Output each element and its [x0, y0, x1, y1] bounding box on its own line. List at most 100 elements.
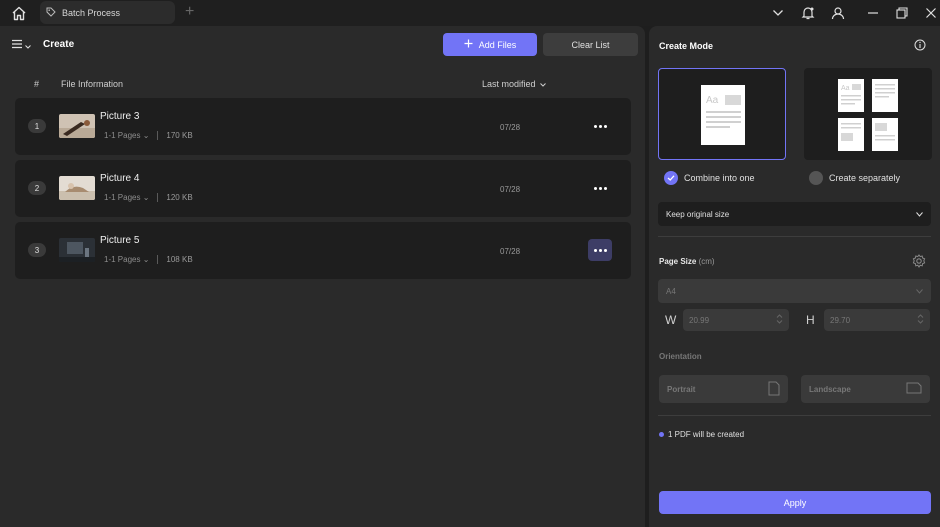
separate-radio[interactable]: Create separately [809, 171, 900, 185]
chevron-down-icon [25, 38, 31, 52]
add-files-button[interactable]: Add Files [443, 33, 537, 56]
file-meta: 1-1 Pages ⌄ 108 KB [104, 255, 193, 264]
page-size-label: Page Size (cm) [659, 257, 715, 266]
width-value: 20.99 [689, 315, 710, 325]
column-header-file-info: File Information [61, 79, 124, 89]
separate-label: Create separately [829, 173, 901, 183]
plus-icon [464, 39, 473, 50]
last-modified-label: Last modified [482, 79, 536, 89]
file-list-panel: Create Add Files Clear List # File Infor… [0, 26, 645, 527]
menu-button[interactable] [12, 38, 31, 52]
separator [157, 255, 159, 264]
page-range-dropdown[interactable]: 1-1 Pages ⌄ [104, 255, 149, 264]
combine-mode-card[interactable]: Aa [658, 68, 786, 160]
chevron-down-icon[interactable] [769, 4, 787, 22]
stepper-icon[interactable] [917, 314, 924, 326]
title-bar: Batch Process + [0, 0, 940, 26]
file-thumbnail [59, 114, 95, 138]
radio-off-icon [809, 171, 823, 185]
chevron-down-icon [916, 210, 923, 219]
landscape-button[interactable]: Landscape [801, 375, 930, 403]
landscape-label: Landscape [809, 384, 851, 394]
file-size: 108 KB [166, 255, 193, 264]
create-mode-title: Create Mode [659, 41, 714, 51]
pdf-count-note: 1 PDF will be created [659, 430, 744, 439]
column-header-number: # [34, 79, 40, 89]
file-row[interactable]: 1 Picture 3 1-1 Pages ⌄ 170 KB 07/28 [15, 98, 631, 155]
separator [157, 131, 159, 140]
bullet-icon [659, 432, 664, 437]
more-options-button[interactable] [588, 177, 612, 199]
portrait-button[interactable]: Portrait [659, 375, 788, 403]
combine-label: Combine into one [684, 173, 755, 183]
bell-icon[interactable] [799, 4, 817, 22]
file-date: 07/28 [500, 247, 521, 256]
more-options-button[interactable] [588, 239, 612, 261]
new-tab-button[interactable]: + [185, 4, 194, 20]
portrait-label: Portrait [667, 384, 696, 394]
chevron-down-icon [539, 79, 546, 89]
more-options-button[interactable] [588, 115, 612, 137]
height-label: H [806, 313, 815, 327]
width-input[interactable]: 20.99 [683, 309, 789, 331]
file-name: Picture 4 [100, 173, 140, 184]
svg-text:Aa: Aa [841, 85, 850, 92]
file-thumbnail [59, 176, 95, 200]
page-range-dropdown[interactable]: 1-1 Pages ⌄ [104, 131, 149, 140]
separator [157, 193, 159, 202]
home-icon[interactable] [9, 4, 29, 22]
page-size-select[interactable]: A4 [658, 279, 931, 303]
separate-mode-card[interactable]: Aa [804, 68, 932, 160]
page-range-dropdown[interactable]: 1-1 Pages ⌄ [104, 193, 149, 202]
file-thumbnail [59, 238, 95, 262]
file-row[interactable]: 2 Picture 4 1-1 Pages ⌄ 120 KB 07/28 [15, 160, 631, 217]
restore-icon[interactable] [893, 4, 911, 22]
divider [658, 415, 931, 416]
row-index: 3 [28, 243, 46, 257]
file-size: 120 KB [166, 193, 193, 202]
file-date: 07/28 [500, 123, 521, 132]
single-document-icon: Aa [701, 85, 745, 145]
clear-list-button[interactable]: Clear List [543, 33, 638, 56]
minimize-icon[interactable] [864, 4, 882, 22]
file-size: 170 KB [166, 131, 193, 140]
page-size-value: A4 [666, 286, 676, 296]
stepper-icon[interactable] [776, 314, 783, 326]
row-index: 2 [28, 181, 46, 195]
pdf-count-text: 1 PDF will be created [668, 430, 745, 439]
add-files-label: Add Files [478, 39, 517, 50]
tab-label: Batch Process [62, 7, 121, 18]
page-title: Create [43, 39, 75, 50]
multiple-documents-icon: Aa [838, 79, 898, 151]
close-icon[interactable] [922, 4, 940, 22]
width-label: W [665, 313, 677, 327]
height-input[interactable]: 29.70 [824, 309, 930, 331]
apply-button[interactable]: Apply [659, 491, 931, 514]
info-icon[interactable] [914, 39, 926, 54]
gear-icon[interactable] [912, 254, 926, 271]
file-row[interactable]: 3 Picture 5 1-1 Pages ⌄ 108 KB 07/28 [15, 222, 631, 279]
file-meta: 1-1 Pages ⌄ 120 KB [104, 193, 193, 202]
file-name: Picture 5 [100, 235, 140, 246]
chevron-down-icon [916, 287, 923, 296]
checkmark-icon [664, 171, 678, 185]
row-index: 1 [28, 119, 46, 133]
orientation-label: Orientation [659, 352, 702, 361]
file-name: Picture 3 [100, 111, 140, 122]
svg-text:Aa: Aa [706, 95, 719, 106]
divider [658, 236, 931, 237]
hamburger-icon [12, 38, 22, 52]
portrait-page-icon [768, 381, 780, 398]
settings-panel: Create Mode Aa Aa Combine into one Creat… [649, 26, 940, 527]
combine-radio[interactable]: Combine into one [664, 171, 755, 185]
file-meta: 1-1 Pages ⌄ 170 KB [104, 131, 193, 140]
column-header-last-modified[interactable]: Last modified [482, 79, 546, 89]
landscape-page-icon [906, 382, 922, 396]
tab-batch-process[interactable]: Batch Process [40, 1, 175, 24]
file-date: 07/28 [500, 185, 521, 194]
size-select[interactable]: Keep original size [658, 202, 931, 226]
size-select-value: Keep original size [666, 209, 730, 219]
user-icon[interactable] [829, 4, 847, 22]
height-value: 29.70 [830, 315, 851, 325]
tag-icon [46, 7, 56, 19]
